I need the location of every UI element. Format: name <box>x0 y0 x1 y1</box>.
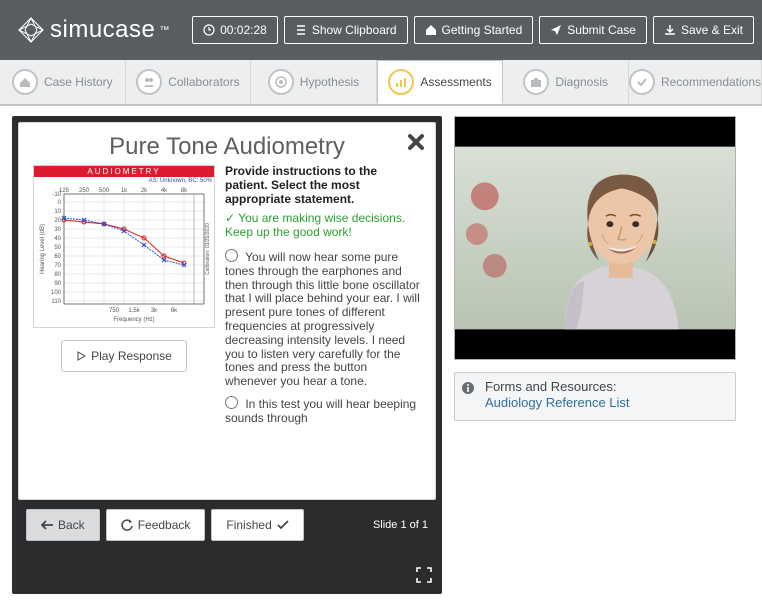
svg-text:90: 90 <box>54 281 61 287</box>
svg-text:Hearing Level (dB): Hearing Level (dB) <box>40 224 46 274</box>
fullscreen-icon <box>416 567 432 583</box>
audiogram-svg: 1252505001k2k4k8k 7501.5k3k6k -100102030… <box>34 184 214 324</box>
list-icon <box>295 24 307 36</box>
slide-counter: Slide 1 of 1 <box>373 519 428 531</box>
arrow-left-icon <box>41 520 53 530</box>
resources-link[interactable]: Audiology Reference List <box>485 395 630 410</box>
slide-title: Pure Tone Audiometry <box>33 133 421 161</box>
audiogram-title: AUDIOMETRY <box>34 166 214 177</box>
answer-radio[interactable] <box>225 249 238 262</box>
svg-text:20: 20 <box>54 218 61 224</box>
svg-text:1k: 1k <box>121 188 128 194</box>
check-icon <box>635 75 649 89</box>
diamond-icon <box>18 17 44 43</box>
svg-text:50: 50 <box>54 245 61 251</box>
slide-footer: Back Feedback Finished Slide 1 of 1 <box>18 500 436 545</box>
patient-video-frame <box>455 116 735 360</box>
play-response-button[interactable]: Play Response <box>61 340 187 372</box>
home-icon <box>425 24 437 36</box>
tab-label: Recommendations <box>661 75 761 89</box>
svg-text:2k: 2k <box>141 188 148 194</box>
finished-button[interactable]: Finished <box>211 509 303 541</box>
svg-text:110: 110 <box>51 299 61 305</box>
svg-text:750: 750 <box>109 308 120 314</box>
send-icon <box>550 24 562 36</box>
play-icon <box>76 351 86 361</box>
svg-text:30: 30 <box>54 227 61 233</box>
top-bar: simucase™ 00:02:28 Show Clipboard Gettin… <box>0 0 762 60</box>
trademark-symbol: ™ <box>159 25 170 36</box>
answer-option-2[interactable]: In this test you will hear beeping sound… <box>225 395 421 426</box>
tab-hypothesis[interactable]: Hypothesis <box>251 60 377 104</box>
resources-heading: Forms and Resources: <box>485 379 617 394</box>
answer-text: You will now hear some pure tones throug… <box>225 250 420 388</box>
brand-logo: simucase™ <box>18 16 170 44</box>
svg-text:40: 40 <box>54 236 61 242</box>
people-icon <box>142 75 156 89</box>
svg-text:6k: 6k <box>171 308 178 314</box>
svg-text:70: 70 <box>54 263 61 269</box>
svg-text:0: 0 <box>58 200 62 206</box>
answer-option-1[interactable]: You will now hear some pure tones throug… <box>225 248 421 389</box>
svg-text:500: 500 <box>99 188 110 194</box>
tab-label: Diagnosis <box>555 75 608 89</box>
briefcase-icon <box>529 75 543 89</box>
audiogram-chart: AUDIOMETRY AS: Unknown, BC: 50% <box>33 165 215 328</box>
tab-collaborators[interactable]: Collaborators <box>126 60 252 104</box>
slide-card: Pure Tone Audiometry AUDIOMETRY AS: Unkn… <box>18 122 436 500</box>
resources-box: Forms and Resources: Audiology Reference… <box>454 372 736 421</box>
section-tabs: Case History Collaborators Hypothesis As… <box>0 60 762 106</box>
tab-label: Hypothesis <box>300 75 359 89</box>
house-icon <box>18 75 32 89</box>
question-prompt: Provide instructions to the patient. Sel… <box>225 165 421 206</box>
right-panel: Forms and Resources: Audiology Reference… <box>454 116 736 594</box>
svg-text:10: 10 <box>54 209 61 215</box>
svg-text:Frequency (Hz): Frequency (Hz) <box>113 317 154 323</box>
timer-display[interactable]: 00:02:28 <box>192 16 278 44</box>
chart-icon <box>394 75 408 89</box>
info-icon <box>461 381 475 399</box>
answer-radio[interactable] <box>225 396 238 409</box>
refresh-icon <box>121 519 133 531</box>
close-slide-button[interactable] <box>407 131 425 157</box>
svg-text:-10: -10 <box>52 192 61 198</box>
svg-text:3k: 3k <box>151 308 158 314</box>
tab-label: Case History <box>44 75 113 89</box>
answer-text: In this test you will hear beeping sound… <box>225 397 416 425</box>
close-icon <box>407 133 425 151</box>
fullscreen-button[interactable] <box>416 567 432 586</box>
tab-case-history[interactable]: Case History <box>0 60 126 104</box>
svg-text:80: 80 <box>54 272 61 278</box>
tab-label: Collaborators <box>168 75 239 89</box>
tab-diagnosis[interactable]: Diagnosis <box>503 60 629 104</box>
feedback-button[interactable]: Feedback <box>106 509 206 541</box>
svg-text:Calibration: 03/25/2020: Calibration: 03/25/2020 <box>205 223 211 275</box>
check-icon <box>277 520 289 530</box>
download-icon <box>664 24 676 36</box>
submit-case-button[interactable]: Submit Case <box>539 16 647 44</box>
main-area: Pure Tone Audiometry AUDIOMETRY AS: Unkn… <box>0 106 762 604</box>
svg-text:250: 250 <box>79 188 90 194</box>
patient-video[interactable] <box>454 116 736 360</box>
svg-text:60: 60 <box>54 254 61 260</box>
svg-text:4k: 4k <box>161 188 168 194</box>
target-icon <box>274 75 288 89</box>
save-exit-button[interactable]: Save & Exit <box>653 16 754 44</box>
question-column: Provide instructions to the patient. Sel… <box>225 165 421 432</box>
slide-panel: Pure Tone Audiometry AUDIOMETRY AS: Unkn… <box>12 116 442 594</box>
feedback-message: ✓ You are making wise decisions. Keep up… <box>225 212 421 240</box>
back-button[interactable]: Back <box>26 509 100 541</box>
show-clipboard-button[interactable]: Show Clipboard <box>284 16 408 44</box>
svg-text:8k: 8k <box>181 188 188 194</box>
svg-text:1.5k: 1.5k <box>128 308 140 314</box>
svg-text:100: 100 <box>51 290 62 296</box>
tab-assessments[interactable]: Assessments <box>377 60 504 104</box>
getting-started-button[interactable]: Getting Started <box>414 16 534 44</box>
clock-icon <box>203 24 215 36</box>
tab-label: Assessments <box>420 75 491 89</box>
tab-recommendations[interactable]: Recommendations <box>629 60 762 104</box>
